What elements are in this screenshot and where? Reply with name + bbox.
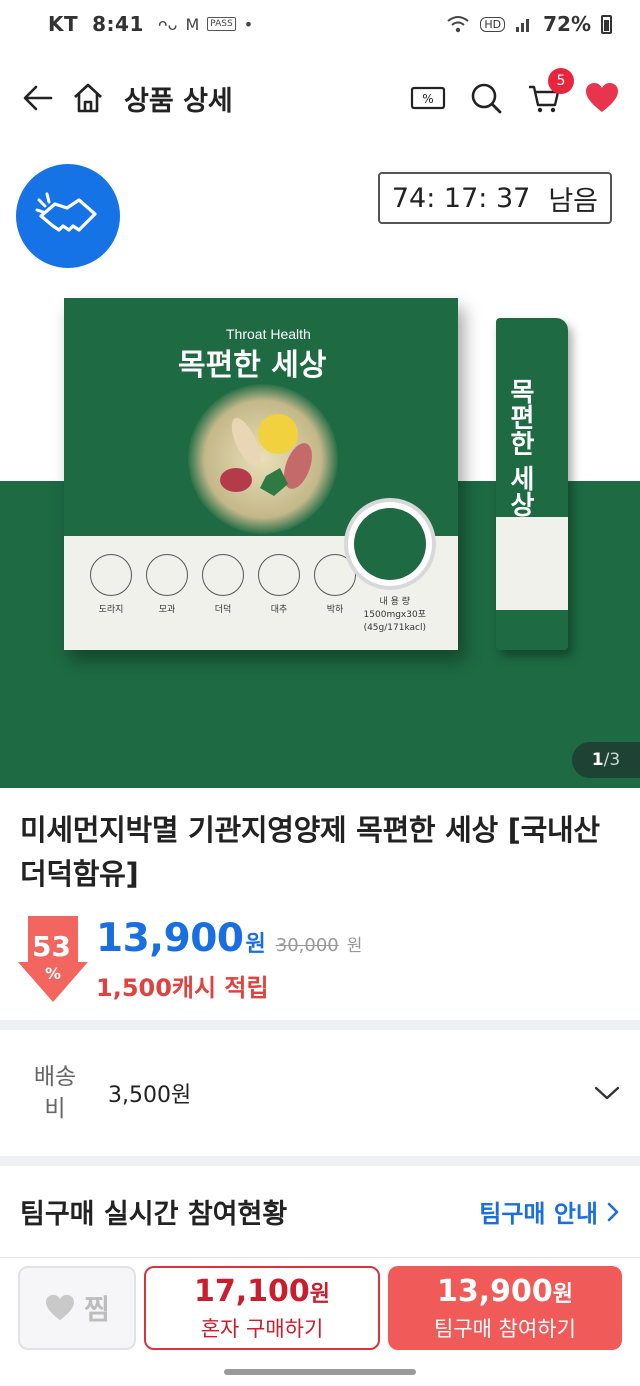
herb-icon <box>90 554 132 596</box>
home-button[interactable] <box>68 78 108 118</box>
product-box-image: Throat Health 목편한 세상 도라지 모과 더덕 대추 박하 내 용… <box>64 298 458 650</box>
box-brand-korean: 목편한 세상 <box>178 348 327 383</box>
shipping-row[interactable]: 배송비 3,500원 <box>0 1030 640 1156</box>
search-button[interactable] <box>466 78 506 118</box>
gesture-handle[interactable] <box>224 1369 416 1375</box>
dot-icon: • <box>243 14 254 34</box>
status-left: KT 8:41 ᴖᴗ M PASS • <box>48 12 253 36</box>
svg-text:%: % <box>422 92 433 106</box>
shipping-fee: 3,500원 <box>108 1083 192 1108</box>
coupon-button[interactable]: % <box>408 78 448 118</box>
price-block: 13,900 원 30,000 원 <box>96 916 362 961</box>
herb-item: 도라지 <box>90 554 132 615</box>
herb-icon <box>258 554 300 596</box>
notification-icons: ᴖᴗ M PASS • <box>158 15 253 34</box>
purchase-action-bar: 찜 17,100원 혼자 구매하기 13,900원 팀구매 참여하기 <box>0 1258 640 1358</box>
wishlist-button[interactable]: 찜 <box>18 1266 136 1350</box>
page-title: 상품 상세 <box>124 85 233 117</box>
battery-icon <box>601 14 612 34</box>
arrow-left-icon <box>23 85 53 111</box>
stick-brand: 목편한 세상 <box>505 378 535 518</box>
throat-seal-emblem <box>344 498 436 590</box>
seller-logo[interactable] <box>16 164 120 268</box>
chevron-down-icon[interactable] <box>594 1085 620 1101</box>
battery-percent: 72% <box>543 12 591 36</box>
section-divider <box>0 1020 640 1030</box>
wishlist-label: 찜 <box>84 1293 110 1326</box>
herb-item: 모과 <box>146 554 188 615</box>
cart-button[interactable]: 5 <box>524 68 574 118</box>
search-icon <box>471 83 502 114</box>
pass-icon: PASS <box>207 17 236 31</box>
header-actions: % 5 <box>408 68 622 118</box>
back-button[interactable] <box>18 78 58 118</box>
solo-label: 혼자 구매하기 <box>200 1316 324 1341</box>
original-price-unit: 원 <box>346 936 363 956</box>
herb-item: 대추 <box>258 554 300 615</box>
price-row: 53 % 13,900 원 30,000 원 1,500캐시 적립 <box>18 916 618 1004</box>
mail-icon: M <box>185 14 200 34</box>
heart-icon <box>46 1294 75 1321</box>
status-right: HD 72% <box>446 12 612 36</box>
product-name: 미세먼지박멸 기관지영양제 목편한 세상 [국내산 더덕함유] <box>20 813 600 891</box>
herb-icon <box>202 554 244 596</box>
box-content-info: 내 용 량 1500mgx30포 (45g/171kacl) <box>363 597 426 633</box>
herb-illustration <box>188 384 338 534</box>
carrier-label: KT <box>48 12 79 36</box>
buy-alone-button[interactable]: 17,100원 혼자 구매하기 <box>144 1266 380 1350</box>
chevron-right-icon <box>607 1202 619 1221</box>
team-price: 13,900원 <box>436 1273 574 1309</box>
coupon-icon: % <box>410 86 446 110</box>
discount-unit: % <box>45 964 62 983</box>
status-bar: KT 8:41 ᴖᴗ M PASS • HD 72% <box>0 0 640 48</box>
product-stick-image: 목편한 세상 <box>496 318 568 650</box>
herb-list: 도라지 모과 더덕 대추 박하 <box>90 554 356 615</box>
discount-value: 53 <box>32 930 71 963</box>
timer-value: 74: 17: 37 <box>391 182 531 214</box>
heart-icon <box>586 83 618 112</box>
team-status-title: 팀구매 실시간 참여현황 <box>20 1199 288 1230</box>
home-icon <box>74 83 102 113</box>
navigation-gesture-bar <box>0 1358 640 1386</box>
solo-price: 17,100원 <box>193 1273 331 1309</box>
team-guide-link[interactable]: 팀구매 안내 <box>479 1194 620 1229</box>
sale-price: 13,900 <box>96 916 244 961</box>
team-purchase-section: 팀구매 실시간 참여현황 팀구매 안내 <box>0 1166 640 1258</box>
timer-suffix: 남음 <box>548 185 598 217</box>
favorites-button[interactable] <box>582 78 622 118</box>
join-team-purchase-button[interactable]: 13,900원 팀구매 참여하기 <box>388 1266 622 1350</box>
herb-item: 더덕 <box>202 554 244 615</box>
clock: 8:41 <box>92 12 144 36</box>
product-info: 미세먼지박멸 기관지영양제 목편한 세상 [국내산 더덕함유] 53 % 13,… <box>0 788 640 1020</box>
hd-icon: HD <box>480 16 506 32</box>
cart-count-badge: 5 <box>548 68 574 94</box>
herb-icon <box>146 554 188 596</box>
cash-reward: 1,500캐시 적립 <box>96 974 269 1002</box>
section-divider <box>0 1156 640 1166</box>
shipping-label: 배송비 <box>33 1064 77 1122</box>
signal-icon <box>516 19 530 32</box>
product-image-carousel[interactable]: 74: 17: 37 남음 Throat Health 목편한 세상 도라지 모… <box>0 148 640 788</box>
deal-countdown-timer: 74: 17: 37 남음 <box>377 172 612 224</box>
wifi-icon <box>447 16 469 33</box>
discount-badge: 53 % <box>18 916 88 1004</box>
sale-price-unit: 원 <box>245 932 266 957</box>
face-icon: ᴖᴗ <box>157 14 178 34</box>
original-price: 30,000 <box>275 935 339 956</box>
handshake-icon <box>35 192 97 232</box>
team-label: 팀구매 참여하기 <box>434 1316 576 1341</box>
top-header: 상품 상세 % 5 <box>0 48 640 148</box>
image-pager: 1/3 <box>572 742 640 778</box>
